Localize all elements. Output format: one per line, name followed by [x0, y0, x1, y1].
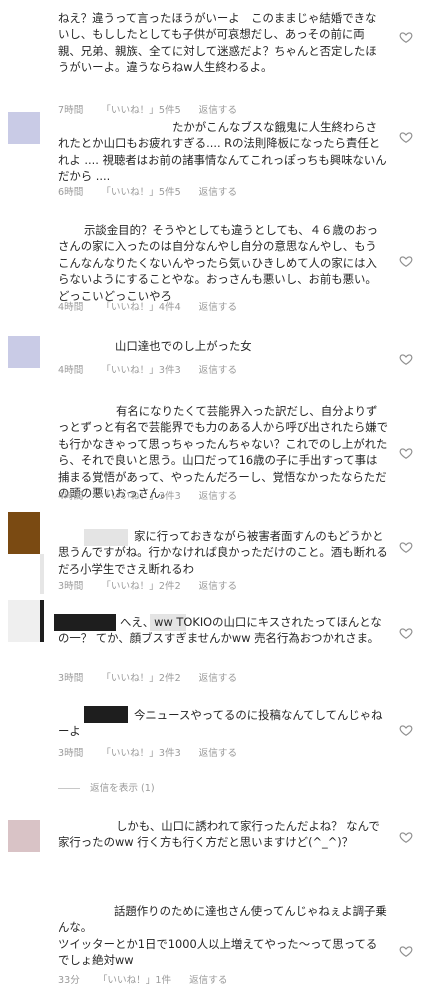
comment-text: 話題作りのために達也さん使ってんじゃねぇよ調子乗んな。 ツイッターとか1日で10… [58, 904, 387, 968]
reply-button[interactable]: 返信する [199, 491, 237, 502]
comment-text: しかも、山口に誘われて家行ったんだよね？ なんで家行ったのww 行く方も行く方だ… [58, 819, 380, 850]
avatar-edge [40, 600, 44, 642]
comment-meta: 4時間 「いいね！」3件3 返信する [58, 488, 255, 502]
comment-time: 3時間 [58, 748, 84, 759]
heart-outline-icon[interactable] [399, 30, 413, 44]
reply-button[interactable]: 返信する [199, 105, 237, 116]
comment-text: 家に行っておきながら被害者面すんのもどうかと思うんですがね。行かなければ良かった… [58, 529, 388, 576]
like-count[interactable]: 「いいね！」5件5 [101, 105, 180, 116]
like-count[interactable]: 「いいね！」3件3 [101, 365, 180, 376]
reply-button[interactable]: 返信する [199, 365, 237, 376]
comment-meta: 6時間 「いいね！」5件5 返信する [58, 184, 255, 198]
like-count[interactable]: 「いいね！」3件3 [101, 491, 180, 502]
comment-meta: 3時間 「いいね！」3件3 返信する [58, 745, 255, 759]
comment-time: 4時間 [58, 491, 84, 502]
heart-outline-icon[interactable] [399, 130, 413, 144]
avatar[interactable] [8, 336, 40, 368]
heart-outline-icon[interactable] [399, 830, 413, 844]
comment-meta: 7時間 「いいね！」5件5 返信する [58, 102, 255, 116]
avatar-edge [40, 554, 44, 594]
comment-meta: 3時間 「いいね！」2件2 返信する [58, 670, 255, 684]
heart-outline-icon[interactable] [399, 540, 413, 554]
comment-time: 4時間 [58, 302, 84, 313]
heart-outline-icon[interactable] [399, 944, 413, 958]
avatar[interactable] [8, 600, 40, 642]
comment-meta: 3時間 「いいね！」2件2 返信する [58, 578, 255, 592]
comment-time: 6時間 [58, 187, 84, 198]
heart-outline-icon[interactable] [399, 446, 413, 460]
avatar[interactable] [8, 512, 40, 554]
heart-outline-icon[interactable] [399, 254, 413, 268]
comment-time: 3時間 [58, 673, 84, 684]
view-replies-button[interactable]: 返信を表示 (1) [58, 780, 155, 794]
reply-button[interactable]: 返信する [199, 748, 237, 759]
comment-meta: 33分 「いいね！」1件 返信する [58, 972, 245, 986]
reply-button[interactable]: 返信する [199, 187, 237, 198]
like-count[interactable]: 「いいね！」4件4 [101, 302, 180, 313]
avatar[interactable] [8, 14, 40, 46]
comment-time: 33分 [58, 975, 80, 986]
comment-text: 示談金目的？そうやとしても違うとしても、４６歳のおっさんの家に入ったのは自分なん… [58, 223, 378, 303]
reply-button[interactable]: 返信する [189, 975, 227, 986]
comment-time: 4時間 [58, 365, 84, 376]
heart-outline-icon[interactable] [399, 626, 413, 640]
reply-button[interactable]: 返信する [199, 673, 237, 684]
comment-time: 7時間 [58, 105, 84, 116]
like-count[interactable]: 「いいね！」1件 [98, 975, 171, 986]
comment-text: 今ニュースやってるのに投稿なんてしてんじゃねーよ [58, 708, 383, 739]
avatar[interactable] [8, 820, 40, 852]
view-replies-label: 返信を表示 (1) [90, 783, 155, 794]
comment-text: ねえ？違うって言ったほうがいーよ このままじゃ結婚できないし、もししたとしても子… [58, 11, 377, 75]
like-count[interactable]: 「いいね！」5件5 [101, 187, 180, 198]
like-count[interactable]: 「いいね！」3件3 [101, 748, 180, 759]
comment-time: 3時間 [58, 581, 84, 592]
heart-outline-icon[interactable] [399, 352, 413, 366]
comment-text: たかがこんなブスな餓鬼に人生終わらされたとか山口もお疲れすぎる.... Rの法則… [58, 120, 387, 184]
like-count[interactable]: 「いいね！」2件2 [101, 581, 180, 592]
comment-text: へえ、ww TOKIOの山口にキスされたってほんとなの一？ てか、顔ブスすぎませ… [58, 615, 382, 646]
comment-text: 山口達也でのし上がった女 [115, 339, 252, 353]
like-count[interactable]: 「いいね！」2件2 [101, 673, 180, 684]
comment-meta: 4時間 「いいね！」4件4 返信する [58, 299, 255, 313]
comment-text: 有名になりたくて芸能界入った訳だし、自分よりずっとずっと有名で芸能界でも力のある… [58, 404, 388, 501]
reply-button[interactable]: 返信する [199, 302, 237, 313]
reply-button[interactable]: 返信する [199, 581, 237, 592]
divider-line [58, 787, 80, 789]
comment-meta: 4時間 「いいね！」3件3 返信する [58, 362, 255, 376]
heart-outline-icon[interactable] [399, 723, 413, 737]
avatar[interactable] [8, 112, 40, 144]
